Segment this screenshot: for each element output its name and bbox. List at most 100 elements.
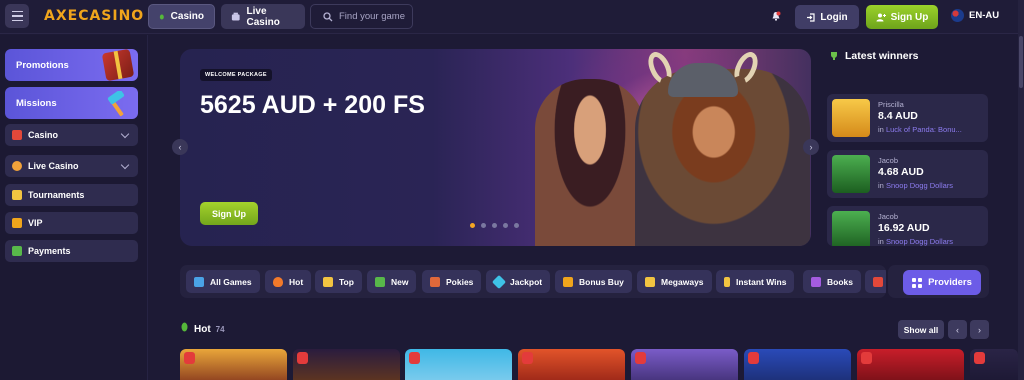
winner-card[interactable]: Jacob 4.68 AUD in Snoop Dogg Dollars [827, 150, 988, 198]
hot-next-button[interactable]: › [970, 320, 989, 339]
tab-casino[interactable]: Casino [148, 4, 215, 29]
winner-game-link[interactable]: Snoop Dogg Dollars [886, 181, 953, 190]
user-plus-icon [876, 13, 886, 21]
category-label: All Games [210, 276, 252, 287]
search-input[interactable]: Find your game [310, 4, 413, 29]
category-label: Bonus Buy [579, 276, 624, 287]
hot-prev-button[interactable]: ‹ [948, 320, 967, 339]
hot-badge-icon [635, 352, 646, 364]
search-placeholder: Find your game [339, 11, 406, 22]
category-instant-wins[interactable]: Instant Wins [716, 270, 795, 293]
hero-signup-button[interactable]: Sign Up [200, 202, 258, 225]
show-all-button[interactable]: Show all [898, 320, 944, 339]
game-thumbnail-snoop [832, 211, 870, 246]
category-pokies[interactable]: Pokies [422, 270, 482, 293]
pagination-dot[interactable] [481, 223, 486, 228]
hero-banner[interactable] [180, 49, 811, 246]
trophy-icon [831, 52, 837, 60]
game-tile[interactable] [857, 349, 964, 380]
welcome-package-badge: WELCOME PACKAGE [200, 69, 272, 81]
game-thumbnail-snoop [832, 155, 870, 193]
sidebar-banner-promotions[interactable]: Promotions [5, 48, 138, 82]
game-tile[interactable] [744, 349, 851, 380]
sidebar-item-payments[interactable]: Payments [5, 240, 138, 262]
language-selector[interactable]: EN-AU [951, 9, 999, 22]
sidebar: Promotions Missions Casino Live Casino T… [0, 35, 148, 380]
hot-badge-icon [184, 352, 195, 364]
category-books[interactable]: Books [803, 270, 861, 293]
hero-prev-button[interactable]: ‹ [172, 139, 188, 155]
category-bar: All Games Hot Top New Pokies Jackpot Bon… [180, 265, 886, 298]
category-megaways[interactable]: Megaways [637, 270, 712, 293]
bonus-buy-icon [563, 276, 573, 287]
chevron-right-icon: › [978, 324, 981, 335]
category-top[interactable]: Top [315, 270, 362, 293]
bell-icon[interactable] [771, 11, 781, 21]
sidebar-item-vip[interactable]: VIP [5, 212, 138, 234]
menu-icon[interactable] [5, 4, 29, 28]
winner-amount: 16.92 AUD [878, 222, 930, 234]
winner-amount: 8.4 AUD [878, 110, 918, 122]
tab-casino-label: Casino [170, 11, 204, 22]
australia-flag-icon [951, 9, 964, 22]
login-button[interactable]: Login [795, 5, 859, 29]
game-tile[interactable] [631, 349, 738, 380]
login-icon [807, 12, 815, 22]
pagination-dot[interactable] [492, 223, 497, 228]
winner-in-label: in [878, 237, 884, 246]
winner-game-link[interactable]: Snoop Dogg Dollars [886, 237, 953, 246]
game-tile[interactable] [518, 349, 625, 380]
winner-in-label: in [878, 181, 884, 190]
game-tile[interactable] [180, 349, 287, 380]
page-scrollbar[interactable] [1018, 0, 1024, 380]
medal-icon [323, 276, 333, 287]
winner-card[interactable]: Priscilla 8.4 AUD in Luck of Panda: Bonu… [827, 94, 988, 142]
casino-leaf-icon [159, 13, 164, 20]
game-tile[interactable] [970, 349, 1018, 380]
latest-winners-heading: Latest winners [829, 50, 919, 62]
live-casino-icon [231, 12, 240, 20]
winner-game-link[interactable]: Luck of Panda: Bonu... [886, 125, 962, 134]
tab-live-casino[interactable]: Live Casino [221, 4, 305, 29]
winner-name: Priscilla [878, 100, 904, 109]
hero-next-button[interactable]: › [803, 139, 819, 155]
winner-amount: 4.68 AUD [878, 166, 924, 178]
category-label: Instant Wins [736, 276, 787, 287]
pagination-dot[interactable] [503, 223, 508, 228]
sidebar-item-label: Live Casino [28, 161, 79, 171]
sidebar-item-live-casino[interactable]: Live Casino [5, 155, 138, 177]
sidebar-item-casino[interactable]: Casino [5, 124, 138, 146]
gift-icon [101, 48, 135, 82]
providers-button[interactable]: Providers [903, 270, 981, 295]
tab-live-casino-label: Live Casino [246, 5, 280, 28]
category-all-games[interactable]: All Games [186, 270, 260, 293]
scrollbar-thumb[interactable] [1019, 36, 1023, 88]
hot-badge-icon [297, 352, 308, 364]
category-new[interactable]: New [367, 270, 417, 293]
category-label: Pokies [446, 276, 474, 287]
pagination-dot[interactable] [514, 223, 519, 228]
category-bonus-buy[interactable]: Bonus Buy [555, 270, 632, 293]
site-logo[interactable]: AXECASINO [44, 8, 144, 24]
category-label: Jackpot [510, 276, 543, 287]
sidebar-banner-missions[interactable]: Missions [5, 87, 138, 119]
winner-card[interactable]: Jacob 16.92 AUD in Snoop Dogg Dollars [827, 206, 988, 246]
game-tile[interactable] [293, 349, 400, 380]
category-hot[interactable]: Hot [265, 270, 312, 293]
winner-name: Jacob [878, 212, 899, 221]
category-jackpot[interactable]: Jackpot [486, 270, 551, 293]
chevron-left-icon: ‹ [956, 324, 959, 335]
category-more[interactable] [865, 270, 886, 293]
payments-icon [12, 246, 22, 256]
crown-icon [12, 218, 22, 228]
hot-badge-icon [748, 352, 759, 364]
grid-icon [912, 277, 923, 288]
sidebar-item-tournaments[interactable]: Tournaments [5, 184, 138, 206]
missions-label: Missions [16, 97, 57, 109]
signup-button[interactable]: Sign Up [866, 5, 938, 29]
pagination-dot[interactable] [470, 223, 475, 228]
chevron-down-icon [120, 129, 130, 139]
hero-pagination [470, 223, 519, 228]
category-label: Top [339, 276, 354, 287]
game-tile[interactable] [405, 349, 512, 380]
